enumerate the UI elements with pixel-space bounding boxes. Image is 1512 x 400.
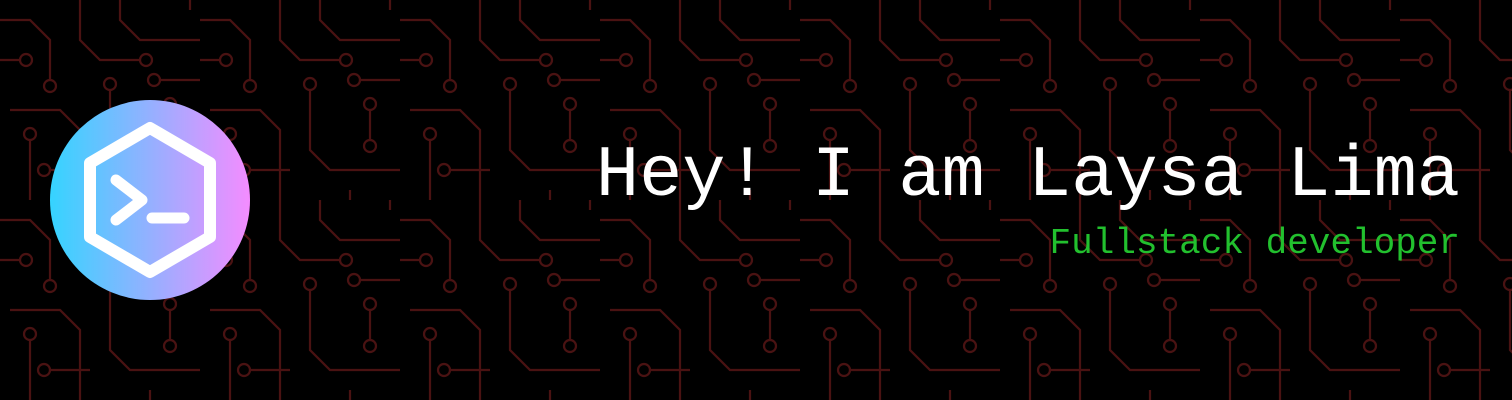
intro-text: Hey! I am Laysa Lima Fullstack developer [596, 136, 1460, 264]
profile-banner: Hey! I am Laysa Lima Fullstack developer [0, 0, 1512, 400]
terminal-icon [50, 100, 250, 300]
banner-subtitle: Fullstack developer [1049, 223, 1460, 264]
banner-title: Hey! I am Laysa Lima [595, 135, 1460, 217]
